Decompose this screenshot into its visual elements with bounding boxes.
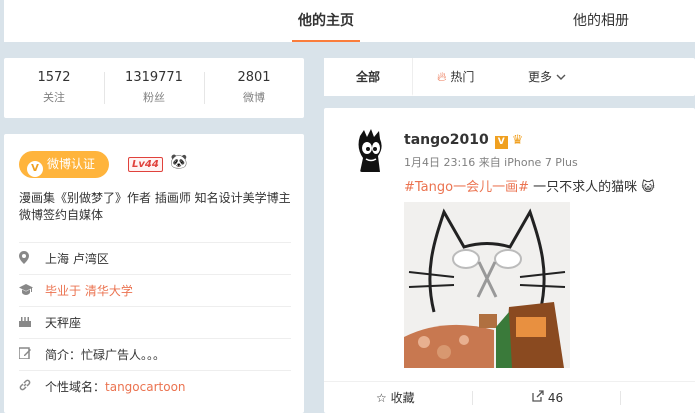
chevron-down-icon bbox=[556, 70, 566, 84]
flame-icon: 🔥︎ bbox=[437, 70, 447, 85]
tab-more-label: 更多 bbox=[528, 70, 553, 84]
feed-tabs: 全部 🔥︎ 热门 更多 bbox=[324, 58, 695, 96]
stat-label: 微博 bbox=[243, 91, 265, 104]
share-icon bbox=[532, 390, 544, 405]
top-nav: 他的主页 他的相册 bbox=[4, 0, 695, 42]
info-school: 毕业于 清华大学 bbox=[19, 274, 291, 306]
tab-more[interactable]: 更多 bbox=[528, 58, 566, 96]
post-body: 一只不求人的猫咪 bbox=[529, 180, 638, 195]
location-text: 上海 卢湾区 bbox=[45, 252, 109, 266]
stat-label: 关注 bbox=[43, 91, 65, 104]
stat-followers[interactable]: 1319771 粉丝 bbox=[104, 58, 204, 118]
post-meta[interactable]: 1月4日 23:16 来自 iPhone 7 Plus bbox=[404, 154, 578, 170]
edit-note-icon bbox=[18, 347, 45, 362]
post-text: #Tango一会儿一画# 一只不求人的猫咪 😺 bbox=[404, 176, 655, 195]
post-image[interactable] bbox=[404, 202, 570, 368]
birthday-cake-icon bbox=[19, 315, 45, 330]
tab-home[interactable]: 他的主页 bbox=[292, 0, 360, 42]
stat-label: 粉丝 bbox=[143, 91, 165, 104]
username-text: tango2010 bbox=[404, 132, 489, 148]
hashtag-link[interactable]: #Tango一会儿一画# bbox=[404, 180, 529, 195]
info-location: 上海 卢湾区 bbox=[19, 242, 291, 274]
favorite-button[interactable]: ☆ 收藏 bbox=[376, 382, 415, 413]
tab-all[interactable]: 全部 bbox=[324, 58, 413, 96]
verify-badge[interactable]: V 微博认证 bbox=[19, 151, 109, 178]
stat-number: 1572 bbox=[37, 70, 71, 85]
profile-description: 漫画集《别做梦了》作者 插画师 知名设计美学博主 微博签约自媒体 bbox=[19, 191, 291, 222]
link-chain-icon bbox=[19, 379, 45, 394]
verify-label: 微博认证 bbox=[47, 157, 96, 171]
divider bbox=[472, 391, 473, 405]
zodiac-text: 天秤座 bbox=[45, 316, 82, 330]
stat-posts[interactable]: 2801 微博 bbox=[204, 58, 304, 118]
level-badge[interactable]: Lv44 bbox=[128, 157, 163, 172]
domain-prefix: 个性域名： bbox=[45, 380, 106, 394]
crown-icon: ♛ bbox=[511, 133, 524, 148]
info-intro: 简介：忙碌广告人。。。 bbox=[18, 338, 291, 370]
stat-following[interactable]: 1572 关注 bbox=[4, 58, 104, 118]
tab-hot-label: 热门 bbox=[450, 70, 475, 84]
stat-number: 1319771 bbox=[125, 70, 183, 85]
location-pin-icon bbox=[19, 250, 45, 267]
panda-icon[interactable]: 🐼 bbox=[170, 154, 187, 170]
school-prefix: 毕业于 bbox=[45, 284, 82, 298]
tab-album[interactable]: 他的相册 bbox=[573, 0, 629, 42]
stat-number: 2801 bbox=[237, 70, 271, 85]
post-username[interactable]: tango2010 V ♛ bbox=[404, 132, 523, 149]
stats-card: 1572 关注 1319771 粉丝 2801 微博 bbox=[4, 58, 304, 118]
avatar[interactable] bbox=[348, 128, 394, 174]
share-button[interactable]: 46 bbox=[532, 382, 563, 413]
divider bbox=[620, 391, 621, 405]
cat-emoji-icon: 😺 bbox=[641, 180, 655, 195]
school-link[interactable]: 清华大学 bbox=[85, 282, 133, 299]
post-card: tango2010 V ♛ 1月4日 23:16 来自 iPhone 7 Plus … bbox=[324, 108, 695, 413]
post-actions: ☆ 收藏 46 bbox=[324, 381, 695, 413]
star-icon: ☆ bbox=[376, 391, 387, 405]
share-count: 46 bbox=[547, 391, 564, 405]
info-domain: 个性域名： tangocartoon bbox=[19, 370, 291, 402]
verified-v-icon: V bbox=[494, 136, 508, 149]
info-zodiac: 天秤座 bbox=[19, 306, 291, 338]
verified-v-icon: V bbox=[27, 161, 43, 177]
graduation-cap-icon bbox=[19, 283, 45, 298]
profile-card: V 微博认证 Lv44 🐼 漫画集《别做梦了》作者 插画师 知名设计美学博主 微博… bbox=[4, 134, 304, 413]
favorite-label: 收藏 bbox=[390, 391, 415, 405]
intro-text: 简介：忙碌广告人。。。 bbox=[45, 348, 166, 362]
domain-link[interactable]: tangocartoon bbox=[105, 380, 186, 394]
tab-hot[interactable]: 🔥︎ 热门 bbox=[437, 58, 474, 96]
